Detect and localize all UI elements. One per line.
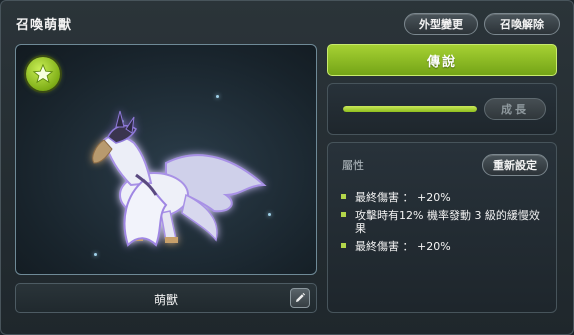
attributes-panel: 屬性 重新設定 最終傷害 ： +20% 攻擊時有12% 機率發動 3 級的緩慢效… <box>327 142 557 313</box>
attribute-item: 最終傷害 ： +20% <box>341 191 546 204</box>
growth-progress-bar <box>343 106 477 112</box>
rename-button[interactable] <box>290 288 310 308</box>
familiar-name: 萌獸 <box>153 293 178 307</box>
familiar-preview <box>15 44 317 275</box>
summon-release-button[interactable]: 召喚解除 <box>484 13 560 35</box>
reset-attributes-button[interactable]: 重新設定 <box>482 154 548 176</box>
rank-legendary-badge: 傳說 <box>327 44 557 76</box>
attribute-text: 最終傷害 ： +20% <box>355 240 451 253</box>
growth-panel: 成長 <box>327 83 557 135</box>
growth-button[interactable]: 成長 <box>484 98 546 120</box>
attribute-item: 攻擊時有12% 機率發動 3 級的緩慢效果 <box>341 209 546 235</box>
familiar-window: 召喚萌獸 外型變更 召喚解除 萌獸 傳說 成長 屬性 重新設定 最終傷害 ： +… <box>0 0 574 335</box>
bullet-icon <box>341 243 346 248</box>
bullet-icon <box>341 212 346 217</box>
attribute-item: 最終傷害 ： +20% <box>341 240 546 253</box>
attributes-title: 屬性 <box>342 159 364 172</box>
attribute-text: 最終傷害 ： +20% <box>355 191 451 204</box>
bullet-icon <box>341 194 346 199</box>
attributes-list: 最終傷害 ： +20% 攻擊時有12% 機率發動 3 級的緩慢效果 最終傷害 ：… <box>341 191 546 258</box>
familiar-name-bar: 萌獸 <box>15 283 317 313</box>
growth-progress-fill <box>343 106 477 112</box>
window-title: 召喚萌獸 <box>16 18 73 33</box>
pencil-icon <box>296 292 306 302</box>
pegasus-creature <box>92 110 267 247</box>
attribute-text: 攻擊時有12% 機率發動 3 級的緩慢效果 <box>355 209 540 235</box>
appearance-change-button[interactable]: 外型變更 <box>404 13 478 35</box>
